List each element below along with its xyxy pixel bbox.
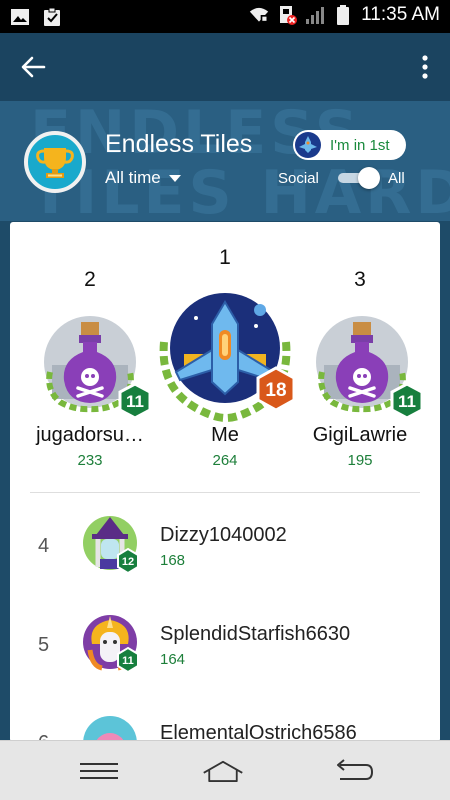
- status-time: 11:35 AM: [361, 4, 440, 25]
- podium-name: GigiLawrie: [312, 424, 408, 446]
- spaceship-avatar-icon: [295, 132, 321, 158]
- status-bar: 11:35 AM: [0, 0, 450, 33]
- clipboard-check-icon: [44, 7, 60, 26]
- arrow-left-icon[interactable]: [18, 53, 48, 81]
- podium-score: 264: [212, 452, 238, 469]
- social-all-toggle[interactable]: [336, 166, 380, 190]
- potion-avatar-icon: 11: [316, 316, 424, 420]
- list-name: ElementalOstrich6586: [160, 722, 357, 742]
- more-vert-icon[interactable]: [418, 53, 432, 81]
- my-rank-label: I'm in 1st: [330, 136, 390, 154]
- list-name: SplendidStarfish6630: [160, 623, 351, 645]
- podium-score: 195: [347, 452, 373, 469]
- podium-name: Me: [211, 424, 239, 446]
- home-icon[interactable]: [201, 755, 245, 787]
- signal-icon: [306, 7, 325, 24]
- podium-rank: 2: [84, 268, 96, 291]
- wifi-icon: [249, 7, 269, 23]
- podium-name: jugadorsu…: [36, 424, 144, 446]
- list-name: Dizzy1040002: [160, 524, 287, 546]
- podium-player-2[interactable]: 11: [38, 310, 152, 422]
- level-badge-text: 11: [126, 392, 144, 411]
- time-filter-label: All time: [105, 168, 161, 187]
- list-score: 164: [160, 651, 186, 668]
- leaderboard-card: 2 11 jugadorsu… 233 1 18 Me 264 3 11 Gig…: [10, 222, 440, 742]
- list-rank: 5: [38, 634, 50, 656]
- leaderboard-header: ENDLESS TILES HARD Endless Tiles All tim…: [0, 101, 450, 221]
- potion-avatar-icon: 11: [44, 316, 152, 420]
- sim-no-service-icon: [280, 6, 298, 25]
- list-score: 168: [160, 552, 186, 569]
- toggle-thumb: [358, 167, 380, 189]
- unicorn-avatar-icon: 11: [83, 615, 139, 672]
- back-nav-icon[interactable]: [330, 755, 374, 787]
- trophy-icon: [24, 131, 86, 193]
- battery-icon: [337, 5, 350, 25]
- time-filter-dropdown[interactable]: All time: [105, 168, 181, 188]
- level-badge-text: 11: [122, 655, 134, 667]
- caret-down-icon: [168, 174, 181, 182]
- toggle-all-label: All: [388, 170, 405, 187]
- game-title: Endless Tiles: [105, 130, 253, 158]
- my-rank-chip[interactable]: I'm in 1st: [293, 130, 406, 160]
- podium-rank: 1: [219, 246, 231, 269]
- podium-rank: 3: [354, 268, 366, 291]
- podium-player-1[interactable]: 18: [156, 290, 296, 423]
- level-badge-text: 11: [398, 392, 416, 411]
- toggle-social-label: Social: [278, 170, 319, 187]
- pink-creature-avatar-icon: [83, 716, 137, 742]
- divider: [30, 492, 420, 493]
- background-game-title: ENDLESS TILES HARD: [30, 101, 450, 221]
- podium-player-3[interactable]: 11: [310, 310, 424, 422]
- level-badge-text: 18: [265, 380, 286, 401]
- gallery-icon: [11, 9, 29, 25]
- spaceship-avatar-icon: 18: [159, 293, 296, 423]
- podium-score: 233: [77, 452, 103, 469]
- level-badge-text: 12: [122, 556, 134, 568]
- system-nav-bar: [0, 740, 450, 800]
- app-bar: [0, 33, 450, 101]
- witch-avatar-icon: 12: [83, 516, 139, 573]
- recent-apps-icon[interactable]: [77, 755, 121, 787]
- list-rank: 4: [38, 535, 50, 557]
